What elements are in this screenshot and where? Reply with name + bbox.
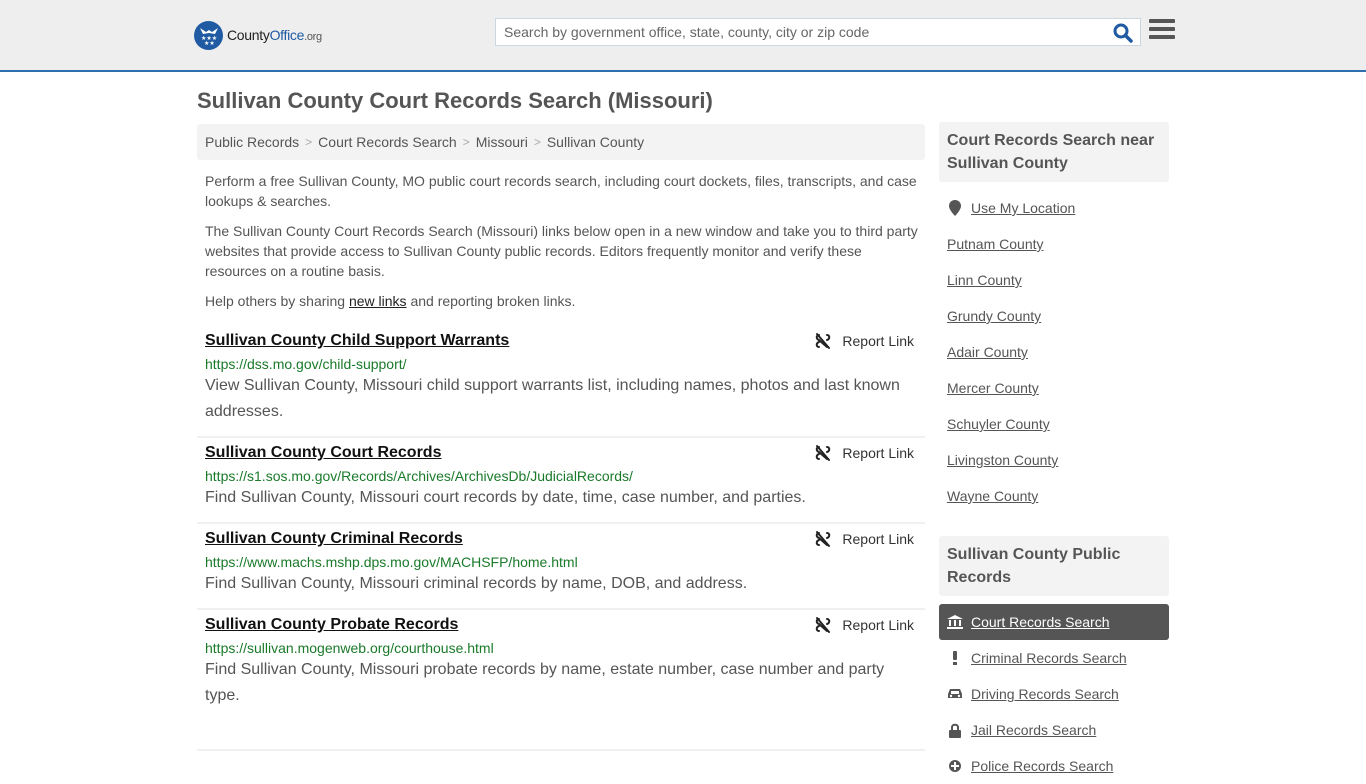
result-description: View Sullivan County, Missouri child sup… [205, 377, 900, 420]
sidebar-item-driving-records-search[interactable]: Driving Records Search [939, 676, 1169, 712]
broken-link-icon [816, 333, 831, 349]
eagle-stars-logo-icon: ★★★ ★★ [194, 20, 223, 50]
nearby-county-link[interactable]: Livingston County [939, 442, 1169, 478]
search-input[interactable] [496, 19, 1096, 45]
hamburger-menu-icon[interactable] [1149, 19, 1175, 43]
result-title-link[interactable]: Sullivan County Criminal Records [205, 530, 463, 548]
site-header: ★★★ ★★ CountyOffice.org [0, 0, 1366, 72]
exclamation-icon [947, 651, 963, 665]
result-title-link[interactable]: Sullivan County Probate Records [205, 616, 458, 634]
nearby-counties-panel: Court Records Search near Sullivan Count… [939, 122, 1169, 514]
breadcrumb-separator: > [533, 135, 541, 149]
nearby-county-link[interactable]: Grundy County [939, 298, 1169, 334]
intro-text: Perform a free Sullivan County, MO publi… [205, 171, 925, 321]
results-list: Sullivan County Child Support Warrants R… [197, 326, 925, 751]
result-url: https://www.machs.mshp.dps.mo.gov/MACHSF… [205, 554, 578, 570]
lock-icon [947, 723, 963, 738]
sidebar-item-police-records-search[interactable]: Police Records Search [939, 748, 1169, 784]
nearby-county-link[interactable]: Schuyler County [939, 406, 1169, 442]
use-my-location-link[interactable]: Use My Location [939, 190, 1169, 226]
police-badge-icon [947, 759, 963, 773]
breadcrumb: Public Records > Court Records Search > … [197, 124, 925, 160]
car-icon [947, 688, 963, 700]
report-link-button[interactable]: Report Link [814, 332, 914, 350]
result-item: Sullivan County Child Support Warrants R… [197, 326, 925, 438]
result-item: Sullivan County Criminal Records Report … [197, 524, 925, 610]
search-icon[interactable] [1112, 22, 1134, 44]
intro-paragraph: Perform a free Sullivan County, MO publi… [205, 173, 917, 209]
svg-text:★★: ★★ [204, 40, 215, 45]
result-url: https://s1.sos.mo.gov/Records/Archives/A… [205, 468, 633, 484]
sidebar-item-criminal-records-search[interactable]: Criminal Records Search [939, 640, 1169, 676]
new-links-link[interactable]: new links [349, 293, 407, 309]
nearby-panel-title: Court Records Search near Sullivan Count… [939, 122, 1169, 182]
result-title-link[interactable]: Sullivan County Court Records [205, 444, 441, 462]
logo-wordmark: CountyOffice.org [227, 27, 322, 43]
nearby-county-link[interactable]: Adair County [939, 334, 1169, 370]
breadcrumb-public-records[interactable]: Public Records [205, 134, 299, 150]
sidebar-item-court-records-search[interactable]: Court Records Search [939, 604, 1169, 640]
report-link-button[interactable]: Report Link [814, 530, 914, 548]
result-title-link[interactable]: Sullivan County Child Support Warrants [205, 332, 509, 350]
page-title: Sullivan County Court Records Search (Mi… [197, 88, 713, 113]
broken-link-icon [816, 531, 831, 547]
breadcrumb-court-records-search[interactable]: Court Records Search [318, 134, 457, 150]
breadcrumb-separator: > [305, 135, 313, 149]
report-link-button[interactable]: Report Link [814, 616, 914, 634]
map-pin-icon [947, 200, 963, 216]
share-paragraph: Help others by sharing new links and rep… [205, 293, 576, 309]
intro-paragraph: The Sullivan County Court Records Search… [205, 223, 918, 279]
breadcrumb-sullivan-county[interactable]: Sullivan County [547, 134, 644, 150]
broken-link-icon [816, 445, 831, 461]
report-link-button[interactable]: Report Link [814, 444, 914, 462]
breadcrumb-separator: > [462, 135, 470, 149]
search-bar [495, 18, 1141, 46]
result-item: Sullivan County Court Records Report Lin… [197, 438, 925, 524]
public-records-panel: Sullivan County Public Records Court Rec… [939, 536, 1169, 784]
courthouse-icon [947, 615, 963, 629]
result-item: Sullivan County Probate Records Report L… [197, 610, 925, 751]
broken-link-icon [816, 617, 831, 633]
nearby-county-link[interactable]: Linn County [939, 262, 1169, 298]
sidebar-item-jail-records-search[interactable]: Jail Records Search [939, 712, 1169, 748]
result-url: https://sullivan.mogenweb.org/courthouse… [205, 640, 494, 656]
result-description: Find Sullivan County, Missouri criminal … [205, 575, 748, 592]
breadcrumb-missouri[interactable]: Missouri [476, 134, 528, 150]
site-logo[interactable]: ★★★ ★★ CountyOffice.org [194, 20, 322, 50]
nearby-county-link[interactable]: Wayne County [939, 478, 1169, 514]
nearby-county-link[interactable]: Mercer County [939, 370, 1169, 406]
result-url: https://dss.mo.gov/child-support/ [205, 356, 407, 372]
result-description: Find Sullivan County, Missouri probate r… [205, 661, 885, 704]
result-description: Find Sullivan County, Missouri court rec… [205, 489, 806, 506]
nearby-county-link[interactable]: Putnam County [939, 226, 1169, 262]
public-records-panel-title: Sullivan County Public Records [939, 536, 1169, 596]
